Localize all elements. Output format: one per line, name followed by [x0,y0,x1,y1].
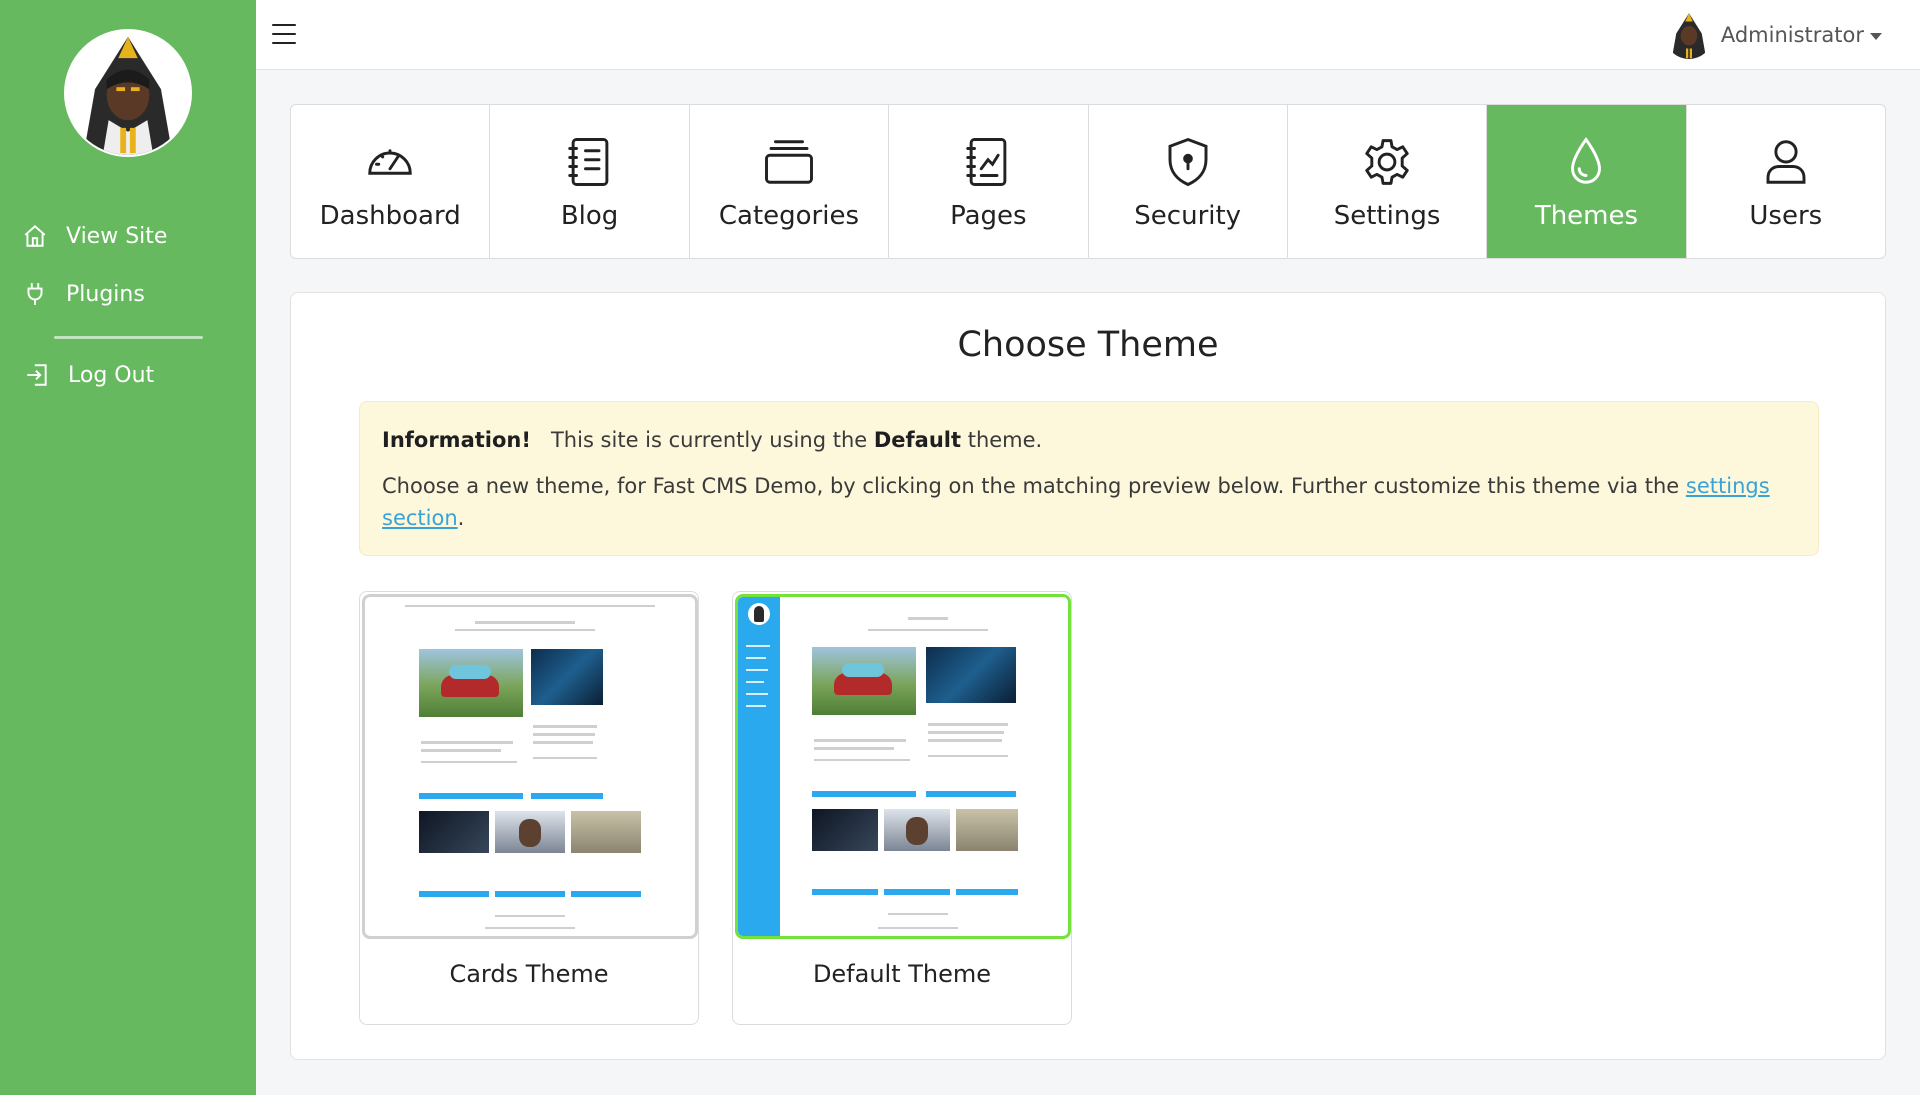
theme-preview-image [362,594,698,939]
current-theme-name: Default [873,428,962,452]
chevron-down-icon [1870,32,1882,40]
tab-settings[interactable]: Settings [1288,105,1488,258]
theme-label: Cards Theme [449,960,609,988]
sidebar-item-plugins[interactable]: Plugins [22,281,145,307]
plug-icon [27,283,43,305]
tab-label: Categories [718,201,860,231]
hamburger-line [272,42,296,44]
sidebar-item-label: Log Out [68,362,155,388]
user-menu-dropdown[interactable]: Administrator [1664,11,1882,59]
sidebar-item-label: Plugins [66,281,145,307]
home-icon [24,224,46,247]
sidebar-item-label: View Site [66,223,168,249]
user-icon [1766,140,1806,184]
tab-label: Themes [1534,201,1639,231]
choose-theme-panel: Choose Theme Information! This site is c… [290,292,1886,1060]
tab-security[interactable]: Security [1089,105,1288,258]
page-title: Choose Theme [957,325,1219,365]
tab-label: Security [1134,201,1242,231]
shield-icon [1168,137,1208,187]
tab-themes[interactable]: Themes [1487,105,1687,258]
alert-text: Choose a new theme, for Fast CMS Demo, b… [382,474,1680,498]
hamburger-line [272,33,296,35]
admin-nav-tiles: Dashboard Blog Categories Pages Security… [290,104,1886,259]
sidebar: View Site Plugins Log Out [0,0,256,1095]
alert-line-1: Information! This site is currently usin… [382,424,1796,456]
sidebar-divider [54,336,203,339]
folders-icon [764,140,813,184]
theme-preview-image [735,594,1071,939]
tab-label: Pages [950,201,1027,231]
hamburger-line [272,24,296,26]
tab-label: Users [1749,201,1823,231]
tab-label: Blog [560,201,619,231]
tab-pages[interactable]: Pages [889,105,1089,258]
info-alert: Information! This site is currently usin… [359,401,1819,556]
gear-icon [1365,139,1409,185]
sidebar-item-log-out[interactable]: Log Out [24,362,154,388]
menu-toggle-button[interactable] [272,24,296,46]
theme-card-cards[interactable]: Cards Theme [359,591,699,1025]
hooded-figure-avatar-icon [1664,11,1713,59]
document-list-icon [567,138,608,186]
site-logo-avatar[interactable] [64,29,192,157]
tab-users[interactable]: Users [1687,105,1885,258]
gauge-icon [368,149,412,175]
theme-label: Default Theme [812,960,992,988]
droplet-icon [1571,137,1602,184]
tab-label: Settings [1333,201,1441,231]
top-bar: Administrator [256,0,1920,70]
alert-heading: Information! [382,428,531,452]
theme-card-default[interactable]: Default Theme [732,591,1072,1025]
alert-text: This site is currently using the [550,428,868,452]
tab-dashboard[interactable]: Dashboard [291,105,491,258]
tab-label: Dashboard [319,201,461,231]
hooded-figure-logo-icon [66,31,190,155]
sidebar-item-view-site[interactable]: View Site [22,223,167,249]
alert-text: theme. [967,428,1043,452]
user-name: Administrator [1720,23,1864,47]
tab-blog[interactable]: Blog [490,105,690,258]
tab-categories[interactable]: Categories [690,105,890,258]
pages-icon [966,138,1007,186]
alert-text: . [457,506,465,530]
logout-icon [27,364,47,386]
alert-line-2: Choose a new theme, for Fast CMS Demo, b… [382,470,1796,534]
avatar [1664,11,1713,59]
